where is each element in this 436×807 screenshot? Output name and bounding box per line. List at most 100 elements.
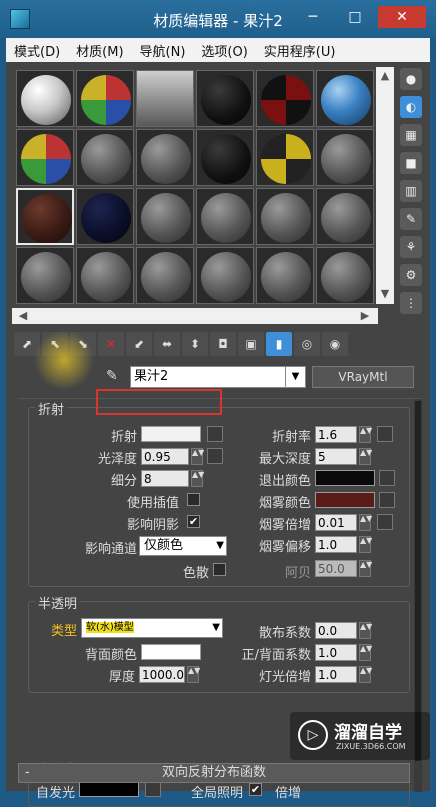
scatter-spinner[interactable]: ▲▼ (359, 622, 372, 639)
video-color-check-icon[interactable]: ▥ (400, 180, 422, 202)
light-mult-field[interactable]: 1.0 (315, 666, 357, 683)
sample-slot-selected[interactable] (16, 188, 74, 245)
scroll-thumb[interactable] (415, 401, 421, 761)
ior-spinner[interactable]: ▲▼ (359, 426, 372, 443)
back-color-swatch[interactable] (141, 644, 201, 660)
material-id-icon[interactable]: ◘ (210, 332, 236, 356)
maximize-button[interactable]: □ (342, 6, 368, 28)
subdivs-field[interactable]: 8 (141, 470, 189, 487)
options-icon[interactable]: ⚘ (400, 236, 422, 258)
material-navigator-icon[interactable]: ⋮ (400, 292, 422, 314)
chevron-down-icon[interactable]: ▼ (285, 367, 305, 387)
sample-type-icon[interactable]: ● (400, 68, 422, 90)
fog-mult-map-button[interactable] (377, 514, 393, 530)
sample-slot[interactable] (16, 70, 74, 127)
sample-slot[interactable] (196, 188, 254, 245)
use-interp-checkbox[interactable] (187, 493, 200, 506)
abbe-spinner[interactable]: ▲▼ (359, 560, 372, 577)
translucency-type-select[interactable]: 软(水)模型 ▼ (81, 618, 223, 638)
go-to-parent-icon[interactable]: ◎ (294, 332, 320, 356)
sample-slot[interactable] (316, 247, 374, 304)
sample-slot[interactable] (316, 188, 374, 245)
sample-slot[interactable] (256, 247, 314, 304)
make-copy-icon[interactable]: ⬋ (126, 332, 152, 356)
minimize-button[interactable]: ─ (300, 6, 326, 28)
sample-slot[interactable] (16, 247, 74, 304)
material-name-field[interactable]: 果汁2 ▼ (130, 366, 306, 388)
fog-mult-field[interactable]: 0.01 (315, 514, 357, 531)
sample-slot[interactable] (316, 70, 374, 127)
menu-mode[interactable]: 模式(D) (6, 41, 68, 60)
self-illum-color-swatch[interactable] (79, 781, 139, 797)
fog-color-swatch[interactable] (315, 492, 375, 508)
sample-slot[interactable] (136, 129, 194, 186)
slot-vertical-scrollbar[interactable]: ▲ ▼ (376, 67, 394, 304)
go-forward-sibling-icon[interactable]: ◉ (322, 332, 348, 356)
make-preview-icon[interactable]: ✎ (400, 208, 422, 230)
sample-slot[interactable] (316, 129, 374, 186)
sample-slot[interactable] (76, 247, 134, 304)
sample-slot[interactable] (136, 247, 194, 304)
eyedropper-icon[interactable]: ✎ (106, 368, 126, 388)
gi-checkbox[interactable]: ✔ (249, 783, 262, 796)
sample-slot[interactable] (256, 70, 314, 127)
ior-field[interactable]: 1.6 (315, 426, 357, 443)
sample-slot[interactable] (76, 70, 134, 127)
light-mult-spinner[interactable]: ▲▼ (359, 666, 372, 683)
max-depth-spinner[interactable]: ▲▼ (359, 448, 372, 465)
refract-color-swatch[interactable] (141, 426, 201, 442)
sample-slot[interactable] (256, 129, 314, 186)
dispersion-checkbox[interactable] (213, 563, 226, 576)
show-map-icon[interactable]: ▣ (238, 332, 264, 356)
sample-slot[interactable] (256, 188, 314, 245)
glossiness-field[interactable]: 0.95 (141, 448, 189, 465)
sample-slot[interactable] (196, 70, 254, 127)
sample-slot[interactable] (16, 129, 74, 186)
menu-options[interactable]: 选项(O) (193, 41, 255, 60)
scroll-up-icon[interactable]: ▲ (376, 69, 394, 82)
scatter-field[interactable]: 0.0 (315, 622, 357, 639)
sample-slot[interactable] (76, 188, 134, 245)
make-unique-icon[interactable]: ⬌ (154, 332, 180, 356)
reset-map-icon[interactable]: ✕ (98, 332, 124, 356)
thickness-spinner[interactable]: ▲▼ (187, 666, 200, 683)
sample-slot[interactable] (76, 129, 134, 186)
exit-color-swatch[interactable] (315, 470, 375, 486)
menu-material[interactable]: 材质(M) (68, 41, 131, 60)
refract-map-button[interactable] (207, 426, 223, 442)
abbe-field[interactable]: 50.0 (315, 560, 357, 577)
put-to-library-icon[interactable]: ⬍ (182, 332, 208, 356)
max-depth-field[interactable]: 5 (315, 448, 357, 465)
scroll-down-icon[interactable]: ▼ (376, 287, 394, 300)
ior-map-button[interactable] (377, 426, 393, 442)
exit-color-checkbox[interactable] (379, 470, 395, 486)
fog-mult-spinner[interactable]: ▲▼ (359, 514, 372, 531)
front-back-field[interactable]: 1.0 (315, 644, 357, 661)
menu-utilities[interactable]: 实用程序(U) (256, 41, 344, 60)
uv-tiling-icon[interactable]: ■ (400, 152, 422, 174)
material-type-button[interactable]: VRayMtl (312, 366, 414, 388)
thickness-field[interactable]: 1000.0 (139, 666, 185, 683)
fog-bias-spinner[interactable]: ▲▼ (359, 536, 372, 553)
fog-bias-field[interactable]: 1.0 (315, 536, 357, 553)
scroll-left-icon[interactable]: ◀ (14, 309, 32, 322)
front-back-spinner[interactable]: ▲▼ (359, 644, 372, 661)
glossiness-map-button[interactable] (207, 448, 223, 464)
glossiness-spinner[interactable]: ▲▼ (191, 448, 204, 465)
backlight-icon[interactable]: ◐ (400, 96, 422, 118)
show-end-result-icon[interactable]: ▮ (266, 332, 292, 356)
menu-navigation[interactable]: 导航(N) (132, 41, 194, 60)
select-by-material-icon[interactable]: ⚙ (400, 264, 422, 286)
subdivs-spinner[interactable]: ▲▼ (191, 470, 204, 487)
fog-color-map-button[interactable] (379, 492, 395, 508)
slot-horizontal-scrollbar[interactable]: ◀ ▶ (12, 308, 378, 324)
scroll-right-icon[interactable]: ▶ (356, 309, 374, 322)
sample-slot[interactable] (196, 247, 254, 304)
affect-shadows-checkbox[interactable]: ✔ (187, 515, 200, 528)
background-icon[interactable]: ▦ (400, 124, 422, 146)
affect-channels-select[interactable]: 仅颜色 ▼ (139, 536, 227, 556)
self-illum-map-button[interactable] (145, 781, 161, 797)
close-button[interactable]: ✕ (378, 6, 426, 28)
sample-slot[interactable] (136, 70, 194, 127)
sample-slot[interactable] (136, 188, 194, 245)
